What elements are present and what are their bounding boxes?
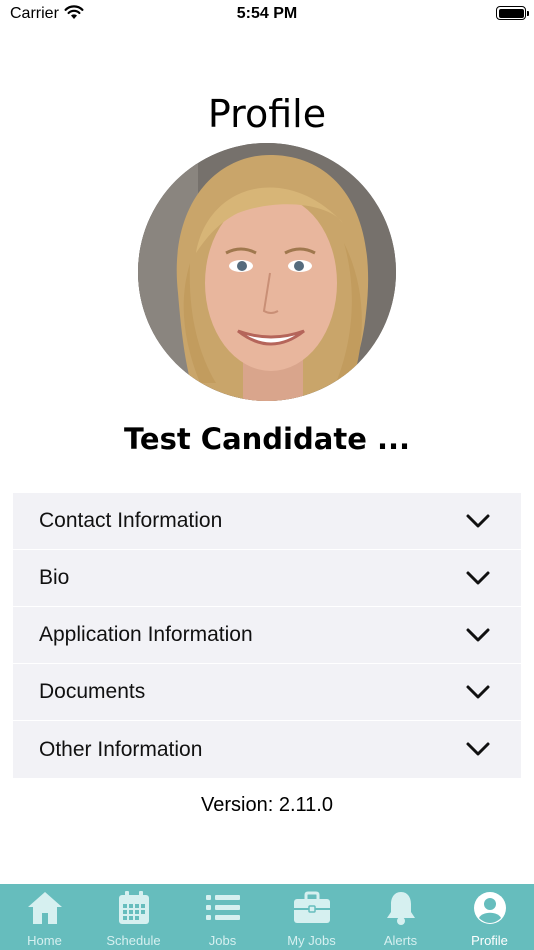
chevron-down-icon (466, 628, 490, 642)
tab-schedule[interactable]: Schedule (89, 884, 178, 950)
candidate-name: Test Candidate ... (123, 422, 411, 456)
tab-home[interactable]: Home (0, 884, 89, 950)
version-label: Version: 2.11.0 (201, 794, 333, 816)
battery-icon (496, 6, 529, 20)
tab-label: Jobs (208, 933, 237, 948)
bell-icon (381, 888, 421, 928)
tab-label: Profile (471, 933, 508, 948)
section-label: Documents (39, 680, 146, 703)
section-label: Contact Information (39, 509, 223, 532)
chevron-down-icon (466, 571, 490, 585)
tab-profile[interactable]: Profile (445, 884, 534, 950)
section-label: Application Information (39, 623, 253, 646)
briefcase-icon (292, 888, 332, 928)
section-other-information[interactable]: Other Information (13, 721, 521, 778)
avatar-photo (138, 143, 396, 401)
tab-label: Schedule (106, 933, 161, 948)
section-bio[interactable]: Bio (13, 550, 521, 607)
tab-label: Alerts (383, 933, 418, 948)
tab-jobs[interactable]: Jobs (178, 884, 267, 950)
tab-bar: Home Schedule Jobs My Jobs Alerts Profil… (0, 884, 534, 950)
tab-label: My Jobs (287, 933, 336, 948)
status-bar: Carrier 5:54 PM (0, 0, 534, 28)
section-contact-information[interactable]: Contact Information (13, 493, 521, 550)
tab-alerts[interactable]: Alerts (356, 884, 445, 950)
home-icon (25, 888, 65, 928)
section-application-information[interactable]: Application Information (13, 607, 521, 664)
chevron-down-icon (466, 685, 490, 699)
tab-my-jobs[interactable]: My Jobs (267, 884, 356, 950)
list-icon (203, 888, 243, 928)
profile-sections: Contact Information Bio Application Info… (13, 493, 521, 778)
calendar-icon (114, 888, 154, 928)
tab-label: Home (27, 933, 62, 948)
avatar[interactable] (138, 143, 396, 401)
chevron-down-icon (466, 742, 490, 756)
section-documents[interactable]: Documents (13, 664, 521, 721)
user-circle-icon (470, 888, 510, 928)
section-label: Bio (39, 566, 70, 589)
chevron-down-icon (466, 514, 490, 528)
page-title: Profile (207, 92, 327, 136)
section-label: Other Information (39, 737, 203, 761)
status-time: 5:54 PM (236, 5, 298, 22)
